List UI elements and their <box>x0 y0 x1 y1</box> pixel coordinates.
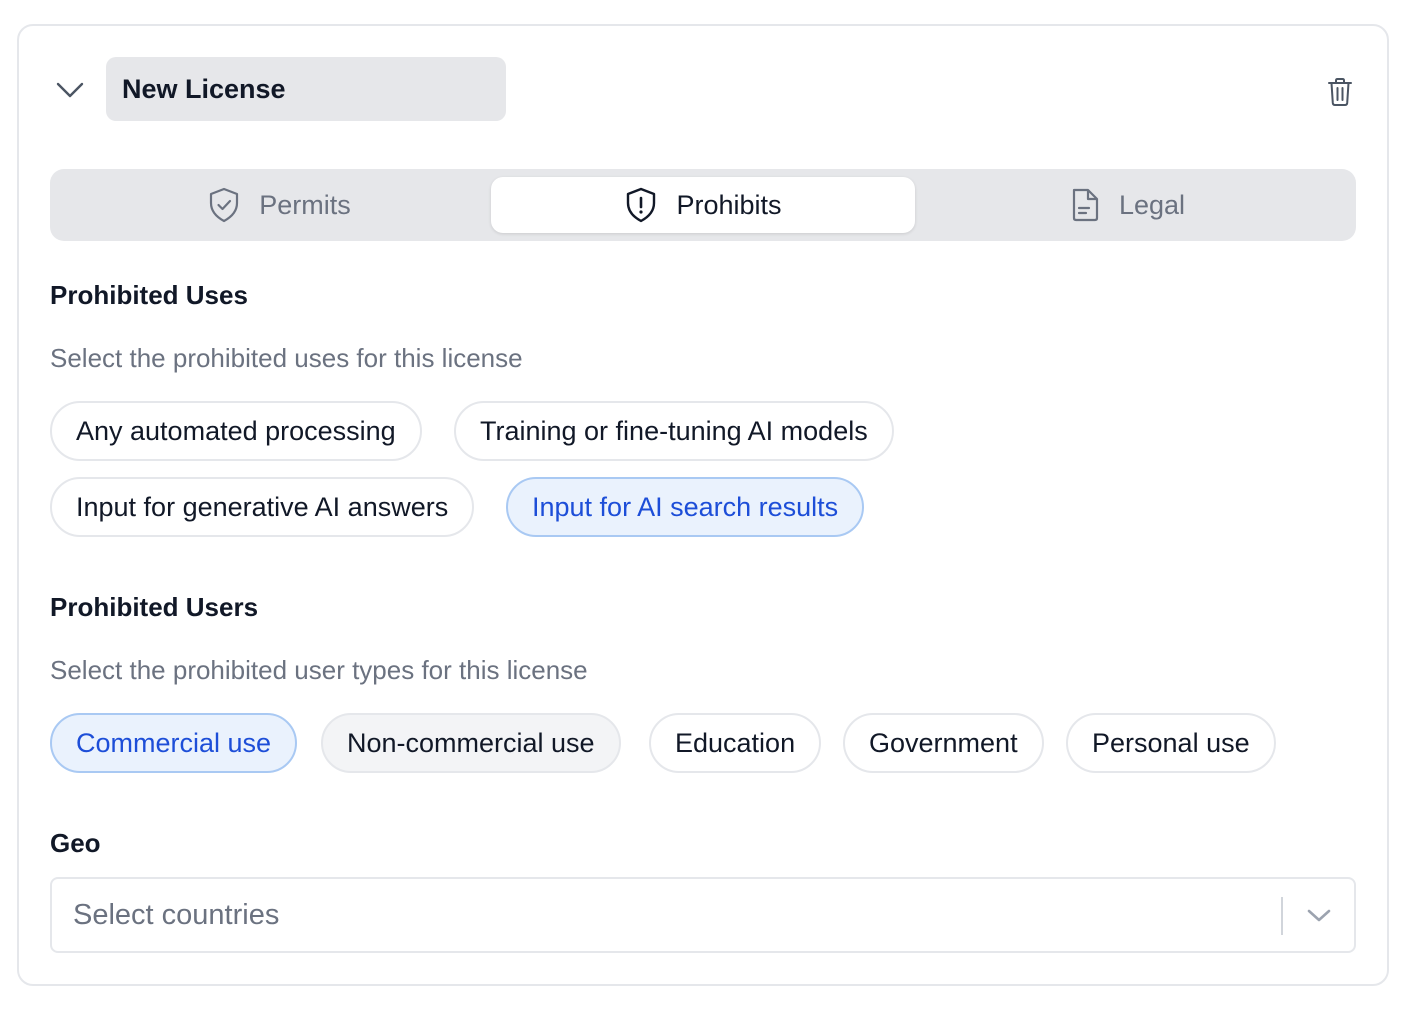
shield-alert-icon <box>624 187 658 223</box>
tab-prohibits[interactable]: Prohibits <box>491 177 915 233</box>
collapse-button[interactable] <box>52 72 88 108</box>
chip-any-automated-processing[interactable]: Any automated processing <box>50 401 422 461</box>
geo-placeholder: Select countries <box>73 899 280 931</box>
chevron-down-icon <box>56 82 84 98</box>
chip-non-commercial-use[interactable]: Non-commercial use <box>321 713 621 773</box>
trash-icon <box>1328 78 1352 106</box>
tab-label: Prohibits <box>676 189 782 220</box>
chip-input-generative-ai[interactable]: Input for generative AI answers <box>50 477 475 537</box>
shield-check-icon <box>207 187 241 223</box>
chip-education[interactable]: Education <box>649 713 822 773</box>
tab-permits[interactable]: Permits <box>67 177 491 233</box>
prohibited-users-title: Prohibited Users <box>50 592 259 622</box>
license-title-input[interactable] <box>106 57 506 121</box>
document-icon <box>1069 187 1101 223</box>
chip-training-ai-models[interactable]: Training or fine-tuning AI models <box>454 401 894 461</box>
geo-country-select[interactable]: Select countries <box>50 877 1356 953</box>
tab-label: Legal <box>1118 189 1186 220</box>
delete-button[interactable] <box>1322 74 1358 110</box>
prohibited-users-description: Select the prohibited user types for thi… <box>50 655 588 685</box>
chip-commercial-use[interactable]: Commercial use <box>50 713 298 773</box>
chevron-down-icon[interactable] <box>1302 899 1336 933</box>
select-divider <box>1281 897 1283 935</box>
chip-personal-use[interactable]: Personal use <box>1066 713 1276 773</box>
tab-bar: Permits Prohibits Legal <box>50 169 1356 241</box>
geo-title: Geo <box>50 828 101 858</box>
chip-government[interactable]: Government <box>843 713 1044 773</box>
chip-input-ai-search[interactable]: Input for AI search results <box>506 477 865 537</box>
tab-label: Permits <box>259 189 351 220</box>
prohibited-uses-description: Select the prohibited uses for this lice… <box>50 343 523 373</box>
prohibited-uses-title: Prohibited Uses <box>50 280 248 310</box>
tab-legal[interactable]: Legal <box>915 177 1339 233</box>
